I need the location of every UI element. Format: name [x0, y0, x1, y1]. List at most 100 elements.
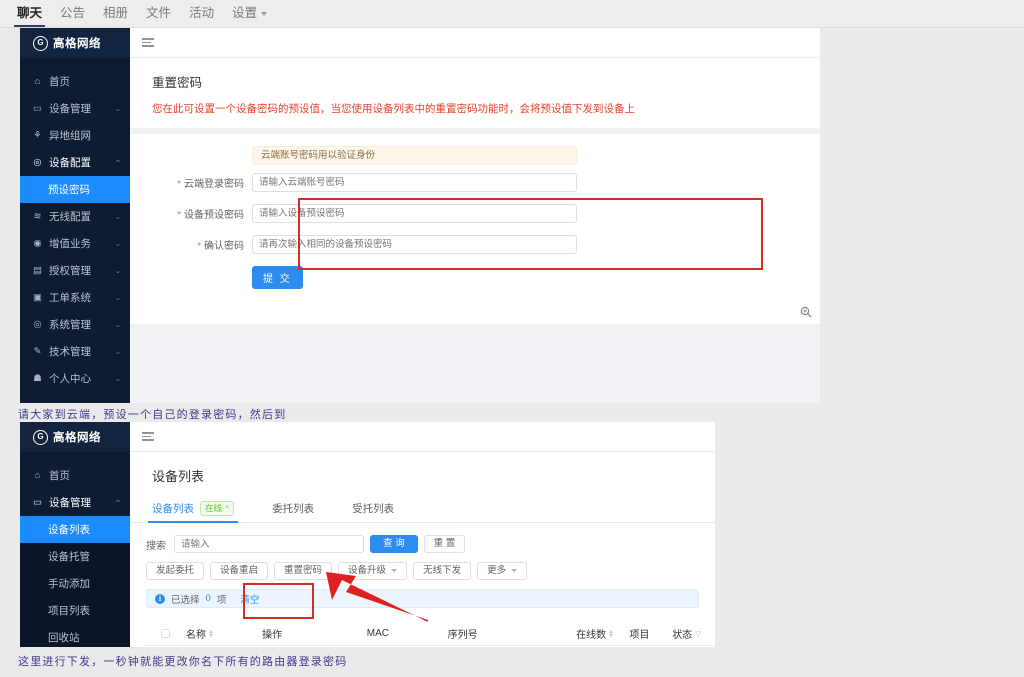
- chat-tab-huodong[interactable]: 活动: [180, 0, 223, 27]
- field-label: * 确认密码: [197, 241, 244, 252]
- search-input[interactable]: [174, 535, 364, 553]
- screenshot-reset-password: G 高格网络 ⌂ 首页 ▭ 设备管理 ⌄ ⚘ 异地组网 ◎ 设备配置 ⌃ 预设密码 ≋ 无线配…: [20, 28, 820, 403]
- column-mac: MAC: [366, 628, 389, 639]
- tab-entrusted-list[interactable]: 受托列表: [352, 501, 394, 522]
- chat-tab-shezhi[interactable]: 设置: [223, 0, 276, 27]
- column-serial-number: 序列号: [447, 630, 478, 641]
- panel1-header: [130, 28, 820, 58]
- wifi-icon: ≋: [33, 211, 42, 222]
- submit-button[interactable]: 提 交: [252, 266, 303, 289]
- sidebar-item-device-management[interactable]: ▭ 设备管理 ⌄: [20, 95, 130, 122]
- brand-logo[interactable]: G 高格网络: [20, 28, 130, 58]
- search-row: 搜索 查 询 重 置: [146, 535, 715, 553]
- wireless-dispatch-button[interactable]: 无线下发: [413, 562, 472, 580]
- chat-tab-gonggao[interactable]: 公告: [51, 0, 94, 27]
- sidebar-panel2: G 高格网络 ⌂ 首页 ▭ 设备管理 ⌃ 设备列表 设备托管 手动添加 项目列表 回收…: [20, 422, 130, 647]
- monitor-icon: ▭: [33, 103, 42, 114]
- brand-logo[interactable]: G 高格网络: [20, 422, 130, 452]
- sidebar-item-wireless-config[interactable]: ≋ 无线配置 ⌄: [20, 203, 130, 230]
- filter-icon[interactable]: ▽: [695, 629, 701, 638]
- sidebar-subitem-manual-add[interactable]: 手动添加: [20, 570, 130, 597]
- zoom-in-icon[interactable]: [800, 306, 812, 318]
- sidebar-subitem-device-hosting[interactable]: 设备托管: [20, 543, 130, 570]
- device-upgrade-button[interactable]: 设备升级: [338, 562, 408, 580]
- selection-info-bar: i 已选择 0 项 清空: [146, 589, 699, 608]
- key-icon: ▤: [33, 265, 42, 276]
- tab-device-list[interactable]: 设备列表 在线 ×: [147, 501, 239, 523]
- gear-icon: ◎: [33, 157, 42, 168]
- verify-identity-notice: 云端账号密码用以验证身份: [252, 146, 577, 165]
- toolbar: 搜索 查 询 重 置 发起委托 设备重启 重置密码 设备升级 无线下发 更多: [130, 523, 715, 580]
- cloud-logo-icon: G: [33, 429, 48, 445]
- status-badge-online[interactable]: 在线 ×: [200, 501, 235, 516]
- sidebar-item-personal-center[interactable]: ☗ 个人中心 ⌄: [20, 365, 130, 392]
- monitor-icon: ▭: [33, 497, 42, 508]
- value-icon: ◉: [33, 238, 42, 249]
- sort-icon: [609, 630, 614, 637]
- chat-top-nav: 聊天 公告 相册 文件 活动 设置: [0, 0, 1024, 28]
- reset-password-form-card: 云端账号密码用以验证身份 *云端登录密码 *设备预设密码 *确认密码 提 交: [130, 134, 820, 324]
- sidebar-item-authorization[interactable]: ▤ 授权管理 ⌄: [20, 257, 130, 284]
- sidebar-item-tech-management[interactable]: ✎ 技术管理 ⌄: [20, 338, 130, 365]
- reset-password-form: 云端账号密码用以验证身份 *云端登录密码 *设备预设密码 *确认密码 提 交: [130, 134, 820, 289]
- required-star: *: [177, 179, 181, 190]
- sidebar-menu-panel2: ⌂ 首页 ▭ 设备管理 ⌃ 设备列表 设备托管 手动添加 项目列表 回收站: [20, 452, 130, 647]
- submit-row: 提 交: [252, 266, 820, 289]
- cloud-password-input[interactable]: [252, 173, 577, 192]
- close-icon[interactable]: ×: [225, 504, 229, 512]
- device-preset-password-input[interactable]: [252, 204, 577, 223]
- reset-password-button[interactable]: 重置密码: [274, 562, 333, 580]
- reset-button[interactable]: 重 置: [423, 535, 466, 553]
- search-label: 搜索: [146, 540, 166, 552]
- brand-name: 高格网络: [53, 38, 101, 50]
- sidebar-subitem-project-list[interactable]: 项目列表: [20, 597, 130, 624]
- sidebar-item-home[interactable]: ⌂ 首页: [20, 462, 130, 489]
- column-status[interactable]: 状态 ▽: [672, 626, 715, 641]
- required-star: *: [197, 241, 201, 252]
- sidebar-item-device-management[interactable]: ▭ 设备管理 ⌃: [20, 489, 130, 516]
- initiate-entrust-button[interactable]: 发起委托: [146, 562, 205, 580]
- tab-bar: 设备列表 在线 × 委托列表 受托列表: [130, 497, 715, 523]
- collapse-menu-icon[interactable]: [142, 36, 154, 49]
- brand-name: 高格网络: [53, 432, 101, 444]
- tab-entrust-list[interactable]: 委托列表: [272, 501, 314, 522]
- sidebar-item-home[interactable]: ⌂ 首页: [20, 68, 130, 95]
- chevron-down-icon: [261, 11, 268, 16]
- sidebar-item-value-added[interactable]: ◉ 增值业务 ⌄: [20, 230, 130, 257]
- collapse-menu-icon[interactable]: [142, 430, 154, 443]
- chat-tab-xiangce[interactable]: 相册: [94, 0, 137, 27]
- panel2-body: 设备列表 设备列表 在线× 委托列表 受托列表 搜索 查 询 重 置 发起委托 …: [130, 452, 715, 647]
- more-button[interactable]: 更多: [477, 562, 528, 580]
- sidebar-item-system-management[interactable]: ◎ 系统管理 ⌄: [20, 311, 130, 338]
- clear-selection-link[interactable]: 清空: [240, 592, 259, 606]
- chat-tab-liaotian[interactable]: 聊天: [8, 0, 51, 27]
- caption-step-two: 这里进行下发，一秒钟就能更改你名下所有的路由器登录密码: [18, 656, 348, 668]
- sidebar-subitem-preset-password[interactable]: 预设密码: [20, 176, 130, 203]
- sidebar-menu-panel1: ⌂ 首页 ▭ 设备管理 ⌄ ⚘ 异地组网 ◎ 设备配置 ⌃ 预设密码 ≋ 无线配置 ⌄ ◉ 增值业…: [20, 58, 130, 392]
- search-button[interactable]: 查 询: [370, 535, 418, 553]
- home-icon: ⌂: [34, 76, 41, 87]
- user-icon: ☗: [33, 373, 42, 384]
- panel2-header: [130, 422, 715, 452]
- select-all-checkbox[interactable]: [146, 629, 186, 638]
- page-title: 设备列表: [152, 469, 205, 484]
- confirm-password-input[interactable]: [252, 235, 577, 254]
- column-name[interactable]: 名称: [186, 626, 262, 641]
- home-icon: ⌂: [34, 470, 41, 481]
- page-title: 重置密码: [152, 76, 203, 90]
- network-icon: ⚘: [33, 130, 42, 141]
- field-label: * 设备预设密码: [177, 210, 244, 221]
- sidebar-item-ticket-system[interactable]: ▣ 工单系统 ⌄: [20, 284, 130, 311]
- info-prefix: 已选择: [171, 594, 200, 606]
- sidebar-item-remote-network[interactable]: ⚘ 异地组网: [20, 122, 130, 149]
- chat-tab-wenjian[interactable]: 文件: [137, 0, 180, 27]
- column-online-count[interactable]: 在线数: [576, 626, 629, 641]
- sidebar-item-device-config[interactable]: ◎ 设备配置 ⌃: [20, 149, 130, 176]
- sidebar-subitem-recycle-bin[interactable]: 回收站: [20, 624, 130, 647]
- sidebar-subitem-device-list[interactable]: 设备列表: [20, 516, 130, 543]
- cloud-logo-icon: G: [33, 35, 48, 51]
- caption-step-one: 请大家到云端，预设一个自己的登录密码，然后到: [18, 409, 287, 421]
- reset-password-header: 重置密码 您在此可设置一个设备密码的预设值，当您使用设备列表中的重置密码功能时，…: [130, 58, 820, 128]
- info-icon: i: [155, 593, 165, 604]
- device-restart-button[interactable]: 设备重启: [210, 562, 269, 580]
